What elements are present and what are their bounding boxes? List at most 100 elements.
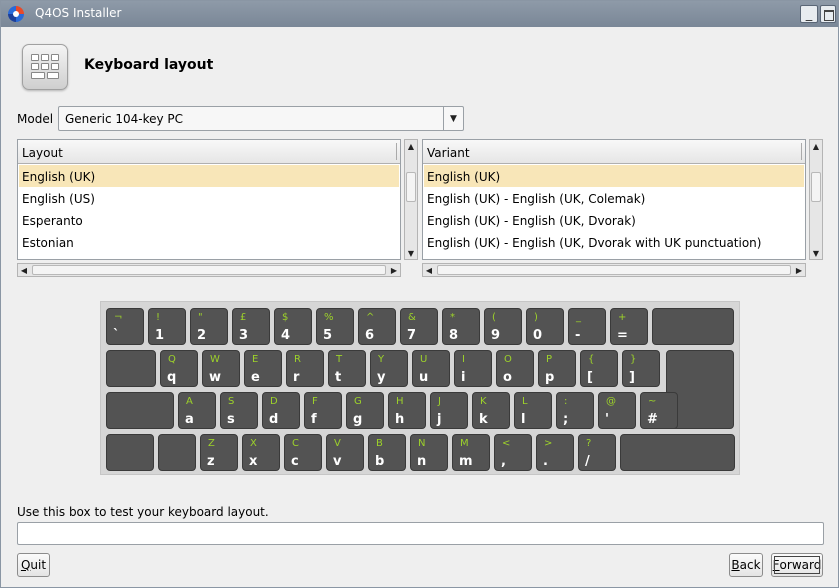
scroll-thumb[interactable] (437, 265, 791, 275)
keyboard-key: >. (536, 434, 574, 471)
scroll-right-icon[interactable]: ▶ (793, 264, 805, 276)
scroll-up-icon[interactable]: ▲ (810, 140, 822, 152)
forward-button[interactable]: Forward (771, 553, 823, 577)
keyboard-key: Qq (160, 350, 198, 387)
model-combobox[interactable]: Generic 104-key PC ▼ (58, 106, 464, 131)
keyboard-key: <, (494, 434, 532, 471)
key-label: 9 (491, 328, 501, 343)
key-label: m (459, 454, 473, 469)
layout-item[interactable]: Esperanto (19, 209, 399, 231)
key-label: . (543, 454, 548, 469)
key-label: s (227, 412, 235, 427)
key-shift-label: ? (586, 438, 592, 449)
variant-list[interactable]: Variant English (UK) English (UK) - Engl… (422, 139, 806, 260)
variant-horizontal-scrollbar[interactable]: ◀ ▶ (422, 263, 806, 277)
key-label: 1 (155, 328, 165, 343)
key-shift-label: $ (282, 312, 289, 323)
key-shift-label: L (522, 396, 528, 407)
keyboard-key: $4 (274, 308, 312, 345)
model-value: Generic 104-key PC (65, 112, 184, 126)
key-shift-label: R (294, 354, 301, 365)
keyboard-key: + = (610, 308, 648, 345)
key-label: f (311, 412, 317, 427)
scroll-up-icon[interactable]: ▲ (405, 140, 417, 152)
key-shift-label: J (438, 396, 441, 407)
key-label: ` (113, 328, 120, 343)
keyboard-key: Tt (328, 350, 366, 387)
keyboard-key: Dd (262, 392, 300, 429)
layout-list-header[interactable]: Layout (18, 140, 400, 164)
scroll-left-icon[interactable]: ◀ (423, 264, 435, 276)
chevron-down-icon[interactable]: ▼ (443, 107, 463, 130)
scroll-left-icon[interactable]: ◀ (18, 264, 30, 276)
variant-header-label: Variant (427, 146, 470, 160)
keyboard-test-input[interactable] (17, 522, 824, 545)
keyboard-key: Hh (388, 392, 426, 429)
key-label: ] (629, 370, 635, 385)
minimize-button[interactable]: _ (800, 5, 818, 23)
keyboard-key: _ - (568, 308, 606, 345)
key-shift-label: " (198, 312, 203, 323)
keyboard-key: Ll (514, 392, 552, 429)
layout-vertical-scrollbar[interactable]: ▲ ▼ (404, 139, 418, 260)
key-label: q (167, 370, 177, 385)
key-shift-label: Q (168, 354, 176, 365)
key-label: a (185, 412, 194, 427)
key-label: ; (563, 412, 569, 427)
key-label: d (269, 412, 279, 427)
key-shift-label: E (252, 354, 259, 365)
variant-item[interactable]: English (UK) - English (UK, Dvorak) (424, 209, 804, 231)
key-label: y (377, 370, 386, 385)
title-bar[interactable]: Q4OS Installer _ (1, 1, 838, 27)
key-shift-label: G (354, 396, 362, 407)
scroll-down-icon[interactable]: ▼ (405, 247, 417, 259)
key-label: x (249, 454, 258, 469)
key-shift-label: ) (534, 312, 538, 323)
key-shift-label: O (504, 354, 512, 365)
key-shift-label: N (418, 438, 426, 449)
scroll-thumb[interactable] (406, 172, 416, 202)
key-shift-label: _ (576, 312, 581, 323)
key-label: 8 (449, 328, 459, 343)
variant-item[interactable]: English (UK) - English (UK, Dvorak with … (424, 231, 804, 253)
scroll-thumb[interactable] (811, 172, 821, 202)
keyboard-key: Nn (410, 434, 448, 471)
key-shift-label: H (396, 396, 404, 407)
key-label: g (353, 412, 363, 427)
key-shift-label: Y (378, 354, 385, 365)
key-shift-label: F (312, 396, 318, 407)
key-shift-label: B (376, 438, 383, 449)
keyboard-key: Zz (200, 434, 238, 471)
keyboard-key: Kk (472, 392, 510, 429)
key-shift-label: : (564, 396, 568, 407)
scroll-down-icon[interactable]: ▼ (810, 247, 822, 259)
layout-item[interactable]: English (UK) (19, 165, 399, 187)
layout-list[interactable]: Layout English (UK) English (US) Esperan… (17, 139, 401, 260)
keyboard-key: Cc (284, 434, 322, 471)
variant-vertical-scrollbar[interactable]: ▲ ▼ (809, 139, 823, 260)
keyboard-key (106, 350, 156, 387)
keyboard-key: Yy (370, 350, 408, 387)
key-shift-label: < (502, 438, 511, 449)
key-shift-label: P (546, 354, 553, 365)
key-label: w (209, 370, 222, 385)
keyboard-key (158, 434, 196, 471)
layout-horizontal-scrollbar[interactable]: ◀ ▶ (17, 263, 401, 277)
variant-item[interactable]: English (UK) - English (UK, Colemak) (424, 187, 804, 209)
key-shift-label: C (292, 438, 299, 449)
key-shift-label: T (336, 354, 343, 365)
scroll-thumb[interactable] (32, 265, 386, 275)
keyboard-key: & 7 (400, 308, 438, 345)
key-label: i (461, 370, 466, 385)
keyboard-key: ? / (578, 434, 616, 471)
quit-button[interactable]: Quit (17, 553, 50, 577)
layout-item[interactable]: English (US) (19, 187, 399, 209)
back-button[interactable]: Back (729, 553, 763, 577)
scroll-right-icon[interactable]: ▶ (388, 264, 400, 276)
keyboard-key: ^ 6 (358, 308, 396, 345)
variant-item[interactable]: English (UK) (424, 165, 804, 187)
keyboard-key: Pp (538, 350, 576, 387)
maximize-button[interactable] (820, 5, 836, 23)
layout-item[interactable]: Estonian (19, 231, 399, 253)
variant-list-header[interactable]: Variant (423, 140, 805, 164)
